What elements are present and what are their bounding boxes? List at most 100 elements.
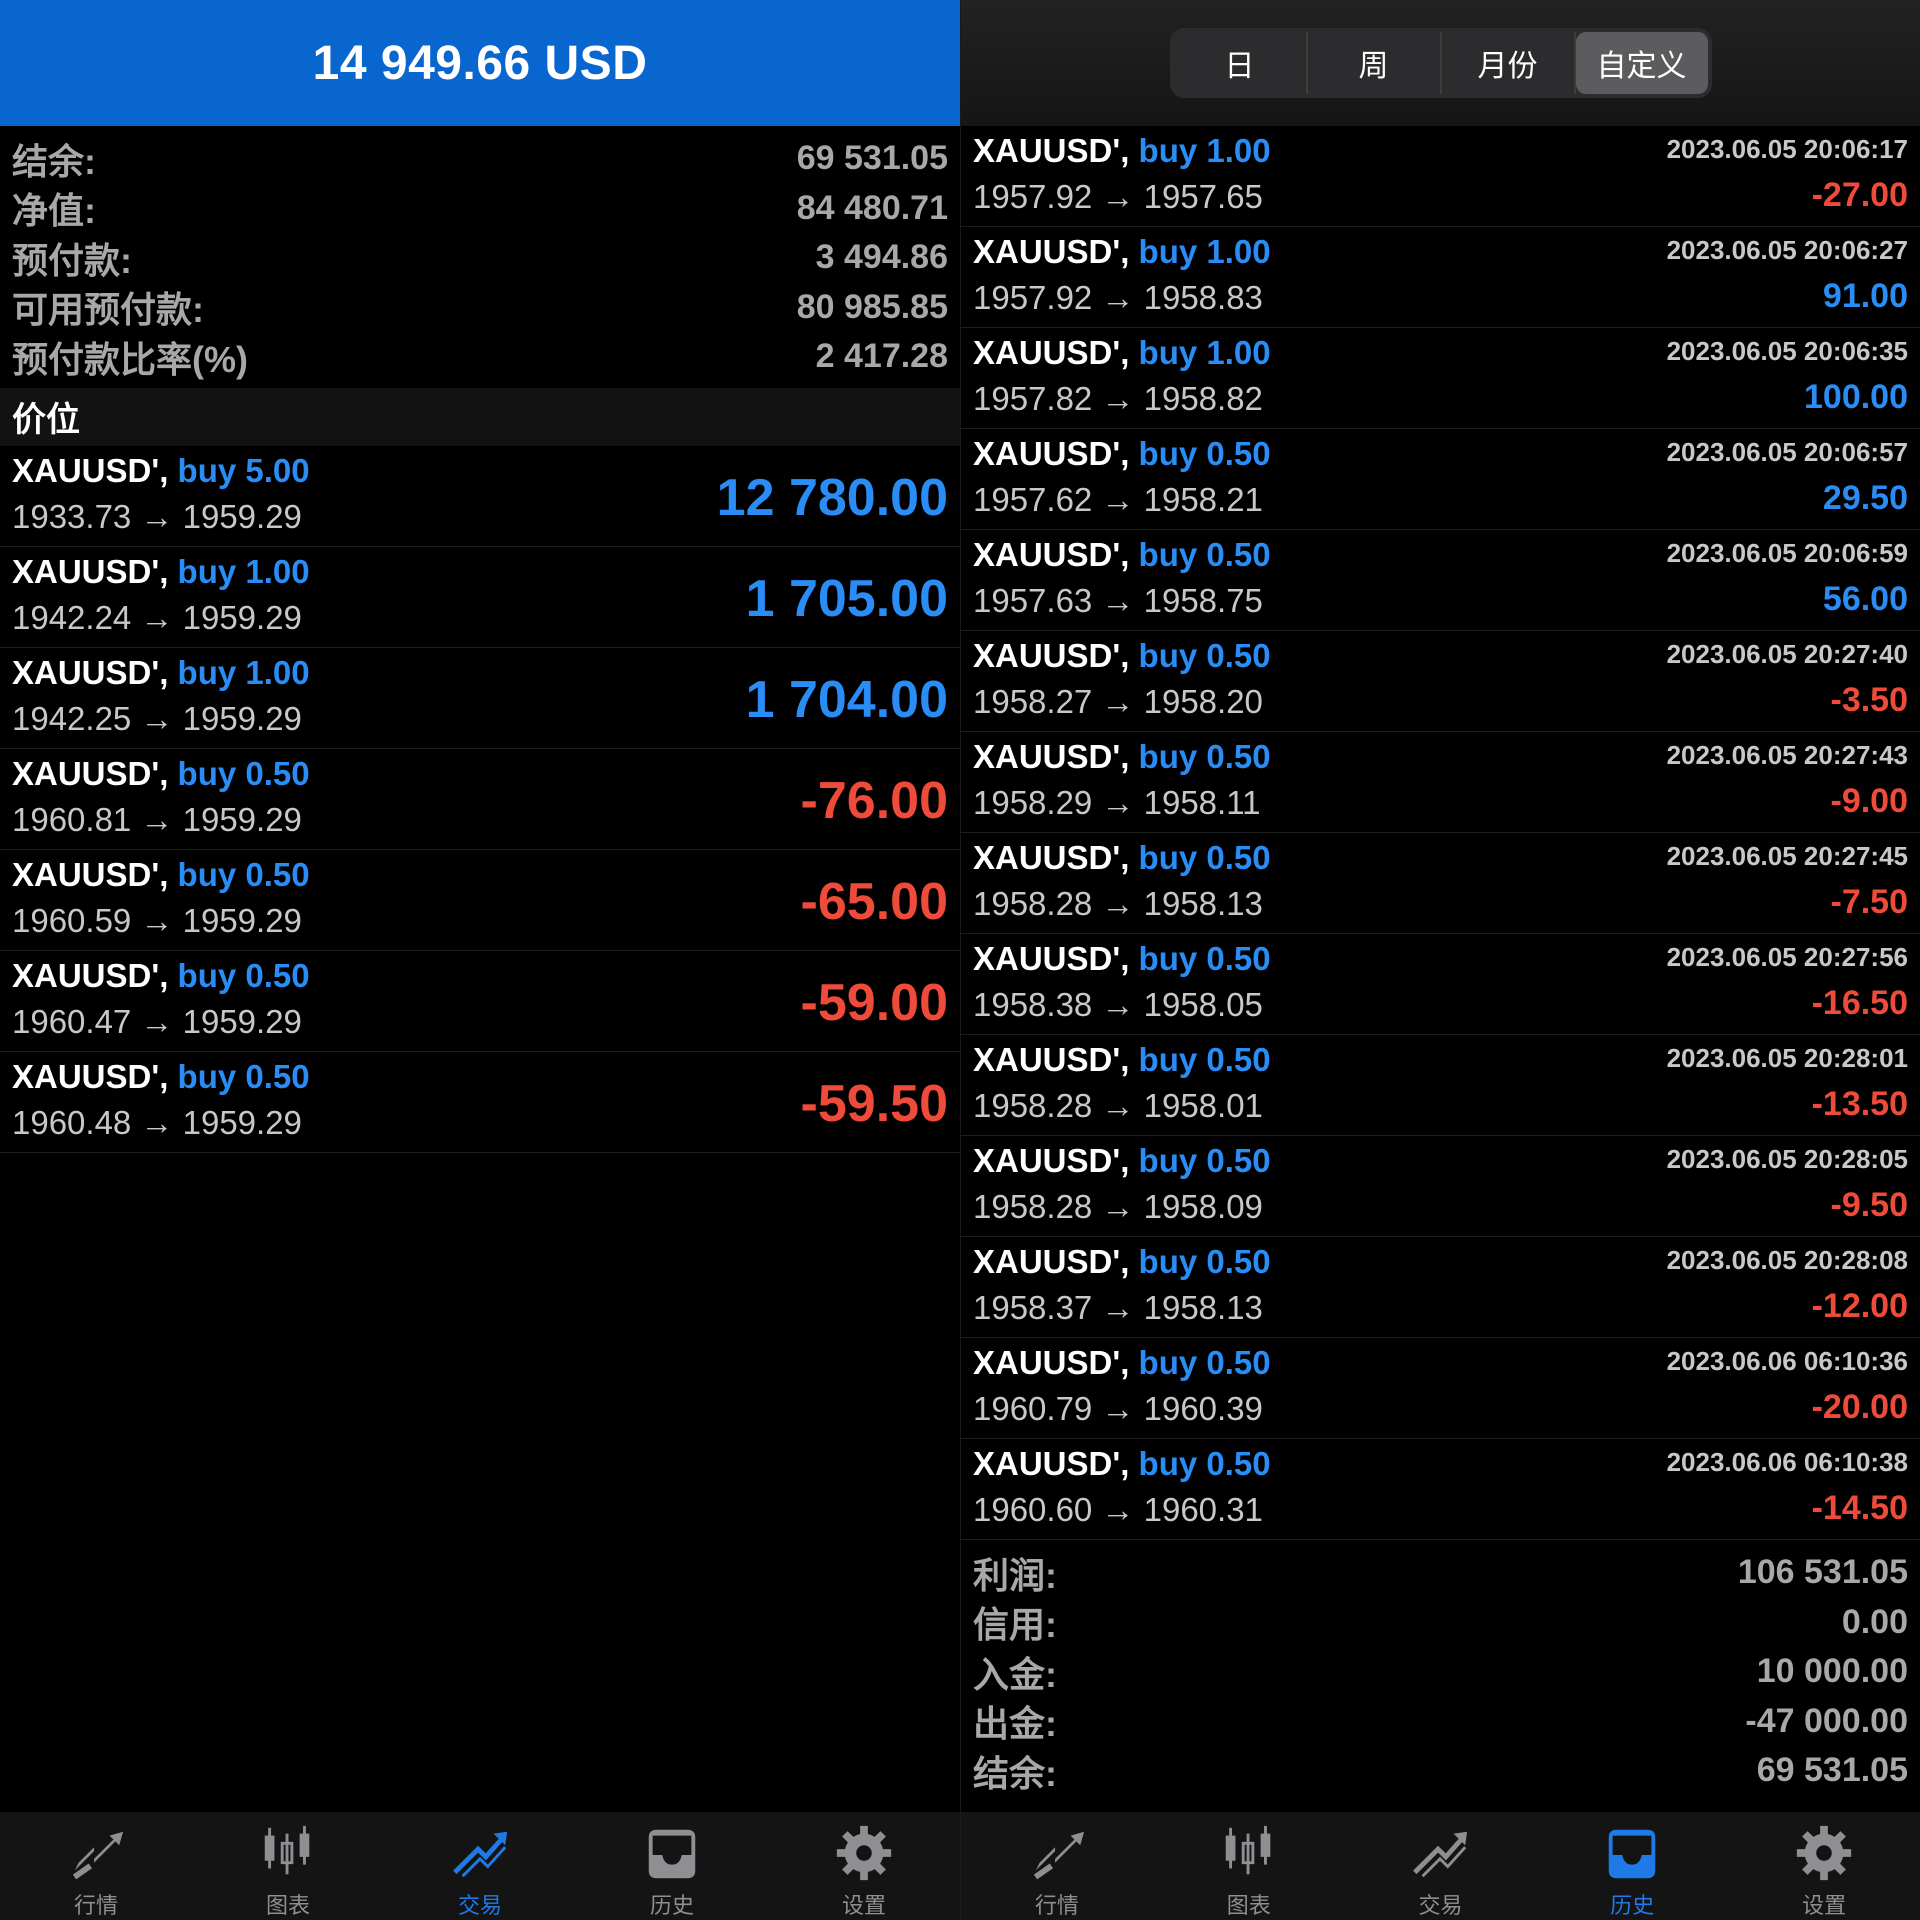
tab-settings[interactable]: 设置	[768, 1812, 960, 1920]
period-header: 日周月份 自定义	[961, 0, 1920, 126]
profit-value: -59.50	[800, 1074, 948, 1133]
history-row[interactable]: XAUUSD', buy 0.50 1958.28 → 1958.01 2023.0…	[961, 1035, 1920, 1136]
profit-value: 1 704.00	[745, 670, 948, 729]
position-row[interactable]: XAUUSD', buy 1.00 1942.24 → 1959.29 1 705.…	[0, 547, 960, 648]
history-row[interactable]: XAUUSD', buy 1.00 1957.82 → 1958.82 2023.0…	[961, 328, 1920, 429]
segment-0[interactable]: 日	[1174, 32, 1308, 94]
profit-value: 56.00	[1822, 580, 1908, 618]
history-row[interactable]: XAUUSD', buy 0.50 1960.79 → 1960.39 2023.0…	[961, 1338, 1920, 1439]
deal-datetime: 2023.06.05 20:06:27	[1666, 235, 1908, 265]
history-row[interactable]: XAUUSD', buy 1.00 1957.92 → 1958.83 2023.0…	[961, 227, 1920, 328]
tab-label: 交易	[1418, 1893, 1463, 1918]
profit-value: 91.00	[1822, 277, 1908, 315]
deal-title: XAUUSD', buy 1.00	[973, 233, 1271, 271]
summary-value: 0.00	[1841, 1602, 1908, 1641]
position-title: XAUUSD', buy 0.50	[12, 957, 310, 995]
order-type: buy	[1138, 233, 1198, 270]
order-type: buy	[1138, 1041, 1198, 1078]
settings-icon	[836, 1825, 892, 1881]
history-row[interactable]: XAUUSD', buy 0.50 1958.28 → 1958.13 2023.0…	[961, 833, 1920, 934]
history-row[interactable]: XAUUSD', buy 0.50 1958.28 → 1958.09 2023.0…	[961, 1136, 1920, 1237]
price-range: 1958.27 → 1958.20	[973, 683, 1263, 720]
order-type: buy	[177, 754, 237, 792]
trade-icon	[1413, 1831, 1468, 1878]
position-row[interactable]: XAUUSD', buy 0.50 1960.48 → 1959.29 -59.50	[0, 1052, 960, 1153]
position-row[interactable]: XAUUSD', buy 0.50 1960.47 → 1959.29 -59.00	[0, 951, 960, 1052]
summary-value: 106 531.05	[1737, 1553, 1908, 1592]
tab-bar: 行情 图表 交易 历史 设置	[961, 1812, 1920, 1920]
symbol-label: XAUUSD',	[12, 855, 169, 893]
position-row[interactable]: XAUUSD', buy 1.00 1942.25 → 1959.29 1 704.…	[0, 648, 960, 749]
profit-value: -20.00	[1811, 1388, 1908, 1426]
history-row[interactable]: XAUUSD', buy 0.50 1957.62 → 1958.21 2023.0…	[961, 429, 1920, 530]
history-row[interactable]: XAUUSD', buy 0.50 1960.60 → 1960.31 2023.0…	[961, 1439, 1920, 1540]
summary-value: 69 531.05	[1756, 1751, 1908, 1790]
tab-history[interactable]: 历史	[1536, 1812, 1728, 1920]
price-range: 1958.28 → 1958.01	[973, 1087, 1263, 1124]
tab-trade[interactable]: 交易	[384, 1812, 576, 1920]
symbol-label: XAUUSD',	[973, 1344, 1130, 1381]
profit-value: -59.00	[800, 973, 948, 1032]
summary-label: 利润:	[973, 1554, 1057, 1596]
position-row[interactable]: XAUUSD', buy 0.50 1960.59 → 1959.29 -65.00	[0, 850, 960, 951]
position-row[interactable]: XAUUSD', buy 0.50 1960.81 → 1959.29 -76.00	[0, 749, 960, 850]
history-row[interactable]: XAUUSD', buy 0.50 1958.38 → 1958.05 2023.0…	[961, 934, 1920, 1035]
tab-chart[interactable]: 图表	[192, 1812, 384, 1920]
segment-2[interactable]: 月份	[1442, 32, 1576, 94]
symbol-label: XAUUSD',	[973, 637, 1130, 674]
position-title: XAUUSD', buy 0.50	[12, 755, 310, 793]
history-row[interactable]: XAUUSD', buy 0.50 1958.37 → 1958.13 2023.0…	[961, 1237, 1920, 1338]
volume-label: 0.50	[1206, 940, 1271, 977]
symbol-label: XAUUSD',	[973, 132, 1130, 169]
chart-icon	[1225, 1825, 1270, 1875]
summary-row: 出金: -47 000.00	[973, 1697, 1908, 1747]
tab-settings[interactable]: 设置	[1728, 1812, 1920, 1920]
tab-label: 历史	[649, 1893, 694, 1918]
history-row[interactable]: XAUUSD', buy 0.50 1958.27 → 1958.20 2023.0…	[961, 631, 1920, 732]
tab-quotes[interactable]: 行情	[0, 1812, 192, 1920]
volume-label: 0.50	[1206, 1243, 1271, 1280]
summary-row: 入金: 10 000.00	[973, 1647, 1908, 1697]
profit-value: -76.00	[800, 771, 948, 830]
position-row[interactable]: XAUUSD', buy 5.00 1933.73 → 1959.29 12 780…	[0, 446, 960, 547]
price-range: 1958.28 → 1958.09	[973, 1188, 1263, 1225]
history-row[interactable]: XAUUSD', buy 0.50 1957.63 → 1958.75 2023.0…	[961, 530, 1920, 631]
deal-title: XAUUSD', buy 0.50	[973, 637, 1271, 675]
quotes-icon	[1033, 1831, 1085, 1880]
deal-title: XAUUSD', buy 0.50	[973, 839, 1271, 877]
deal-datetime: 2023.06.05 20:28:01	[1666, 1043, 1908, 1073]
volume-label: 0.50	[1206, 1142, 1271, 1179]
volume-label: 0.50	[1206, 637, 1271, 674]
summary-row: 结余: 69 531.05	[973, 1746, 1908, 1796]
summary-row: 预付款: 3 494.86	[12, 233, 948, 283]
deal-datetime: 2023.06.05 20:06:17	[1666, 134, 1908, 164]
history-icon	[1609, 1829, 1656, 1879]
price-range: 1958.38 → 1958.05	[973, 986, 1263, 1023]
symbol-label: XAUUSD',	[973, 839, 1130, 876]
deal-datetime: 2023.06.05 20:06:59	[1666, 538, 1908, 568]
summary-value: 80 985.85	[796, 287, 948, 326]
history-row[interactable]: XAUUSD', buy 0.50 1958.29 → 1958.11 2023.0…	[961, 732, 1920, 833]
symbol-label: XAUUSD',	[12, 552, 169, 590]
price-range: 1958.28 → 1958.13	[973, 885, 1263, 922]
profit-value: -12.00	[1811, 1287, 1908, 1325]
deal-title: XAUUSD', buy 1.00	[973, 132, 1271, 170]
symbol-label: XAUUSD',	[973, 233, 1130, 270]
summary-row: 可用预付款: 80 985.85	[12, 283, 948, 333]
price-range: 1957.63 → 1958.75	[973, 582, 1263, 619]
volume-label: 0.50	[245, 754, 310, 792]
order-type: buy	[177, 956, 237, 994]
quotes-icon	[72, 1831, 124, 1880]
tab-history[interactable]: 历史	[576, 1812, 768, 1920]
summary-label: 出金:	[973, 1703, 1057, 1745]
profit-value: -3.50	[1830, 681, 1909, 719]
tab-chart[interactable]: 图表	[1153, 1812, 1345, 1920]
segment-3[interactable]: 自定义	[1575, 32, 1708, 94]
tab-quotes[interactable]: 行情	[961, 1812, 1153, 1920]
tab-trade[interactable]: 交易	[1345, 1812, 1537, 1920]
symbol-label: XAUUSD',	[973, 536, 1130, 573]
history-row[interactable]: XAUUSD', buy 1.00 1957.92 → 1957.65 2023.0…	[961, 126, 1920, 227]
segment-1[interactable]: 周	[1308, 32, 1442, 94]
summary-label: 净值:	[12, 190, 96, 232]
volume-label: 0.50	[1206, 536, 1271, 573]
